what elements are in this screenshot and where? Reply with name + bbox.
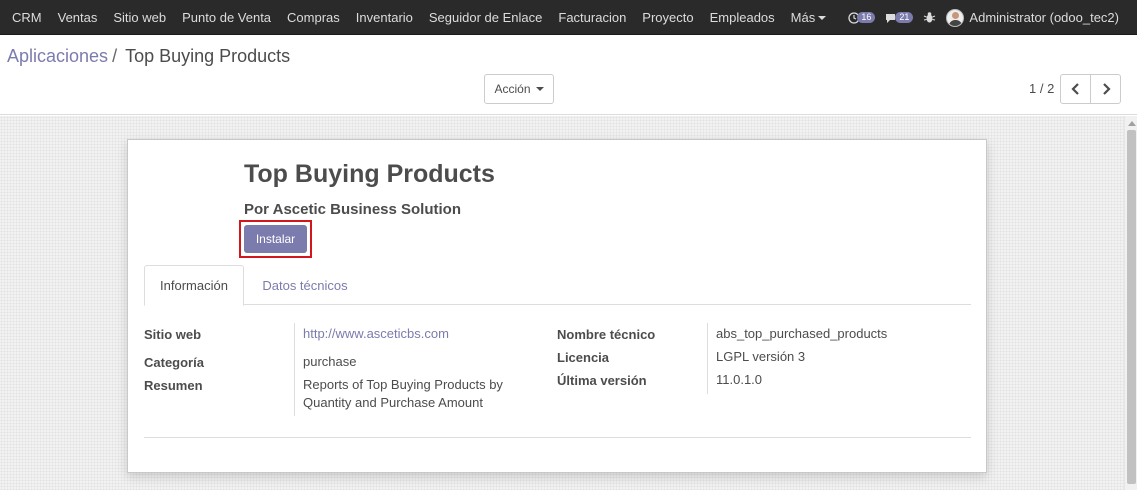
- activity-menu[interactable]: 16: [848, 11, 876, 24]
- website-label: Sitio web: [144, 327, 202, 342]
- debug-menu[interactable]: [923, 11, 936, 24]
- scrollbar-thumb[interactable]: [1127, 130, 1136, 484]
- user-name: Administrator (odoo_tec2): [969, 10, 1119, 25]
- technical-name-value: abs_top_purchased_products: [716, 326, 888, 341]
- menu-item-sitio-web[interactable]: Sitio web: [105, 0, 174, 35]
- menu-item-empleados[interactable]: Empleados: [702, 0, 783, 35]
- menu-item-proyecto[interactable]: Proyecto: [634, 0, 701, 35]
- tab-informacion[interactable]: Información: [144, 265, 244, 306]
- menu-item-crm[interactable]: CRM: [4, 0, 50, 35]
- module-form-sheet: Top Buying Products Por Ascetic Business…: [127, 139, 987, 473]
- install-button[interactable]: Instalar: [244, 225, 307, 253]
- pager-previous-button[interactable]: [1060, 74, 1091, 104]
- summary-line-1: Reports of Top Buying Products by: [303, 377, 503, 392]
- menu-more-label: Más: [790, 9, 816, 25]
- menu-item-compras[interactable]: Compras: [279, 0, 348, 35]
- control-panel: Aplicaciones / Top Buying Products Acción …: [0, 35, 1137, 115]
- menu-item-seguidor-de-enlace[interactable]: Seguidor de Enlace: [421, 0, 550, 35]
- user-menu[interactable]: Administrator (odoo_tec2): [946, 8, 1127, 27]
- module-title: Top Buying Products: [244, 160, 495, 188]
- menu-item-ventas[interactable]: Ventas: [50, 0, 106, 35]
- summary-label: Resumen: [144, 378, 203, 393]
- pager-next-button[interactable]: [1090, 74, 1121, 104]
- license-label: Licencia: [557, 350, 610, 365]
- systray: 16 21 Administrator (odoo_tec2): [848, 0, 1137, 35]
- latest-version-value: 11.0.1.0: [716, 372, 763, 387]
- tab-datos-tecnicos[interactable]: Datos técnicos: [248, 265, 362, 305]
- caret-down-icon: [818, 16, 827, 21]
- bug-icon: [924, 12, 936, 23]
- website-link[interactable]: http://www.asceticbs.com: [303, 325, 449, 343]
- action-label: Acción: [494, 82, 531, 96]
- notebook-tabs: Información Datos técnicos: [144, 265, 971, 306]
- main-navbar: CRM Ventas Sitio web Punto de Venta Comp…: [0, 0, 1137, 35]
- menu-item-inventario[interactable]: Inventario: [348, 0, 421, 35]
- caret-down-icon: [535, 87, 544, 91]
- messaging-menu[interactable]: 21: [885, 12, 914, 24]
- category-label: Categoría: [144, 355, 204, 370]
- license-value: LGPL versión 3: [716, 349, 806, 364]
- avatar: [946, 8, 965, 27]
- menu-more-dropdown[interactable]: Más: [783, 0, 835, 35]
- breadcrumb-separator: /: [112, 46, 118, 66]
- vertical-scrollbar[interactable]: [1124, 116, 1137, 490]
- chevron-left-icon: [1070, 83, 1079, 95]
- chevron-right-icon: [1102, 83, 1111, 95]
- menu-item-punto-de-venta[interactable]: Punto de Venta: [174, 0, 279, 35]
- breadcrumb-aplicaciones[interactable]: Aplicaciones: [7, 46, 108, 66]
- module-author: Por Ascetic Business Solution: [244, 201, 461, 218]
- category-value: purchase: [303, 354, 357, 369]
- breadcrumb-current: Top Buying Products: [125, 46, 291, 66]
- breadcrumb: Aplicaciones / Top Buying Products: [7, 46, 290, 67]
- pager-value[interactable]: 1 / 2: [1029, 81, 1054, 96]
- install-button-highlight: Instalar: [239, 220, 312, 258]
- app-menu: CRM Ventas Sitio web Punto de Venta Comp…: [0, 0, 834, 34]
- menu-item-facturacion[interactable]: Facturacion: [550, 0, 634, 35]
- left-group-divider: [294, 323, 295, 416]
- latest-version-label: Última versión: [557, 373, 647, 388]
- section-divider: [144, 437, 971, 438]
- technical-name-label: Nombre técnico: [557, 327, 656, 342]
- scroll-up-icon[interactable]: [1128, 121, 1136, 126]
- message-count-badge: 21: [895, 12, 914, 23]
- summary-line-2: Quantity and Purchase Amount: [303, 395, 483, 410]
- activity-count-badge: 16: [857, 12, 876, 23]
- action-dropdown-button[interactable]: Acción: [484, 74, 554, 104]
- right-group-divider: [707, 323, 708, 394]
